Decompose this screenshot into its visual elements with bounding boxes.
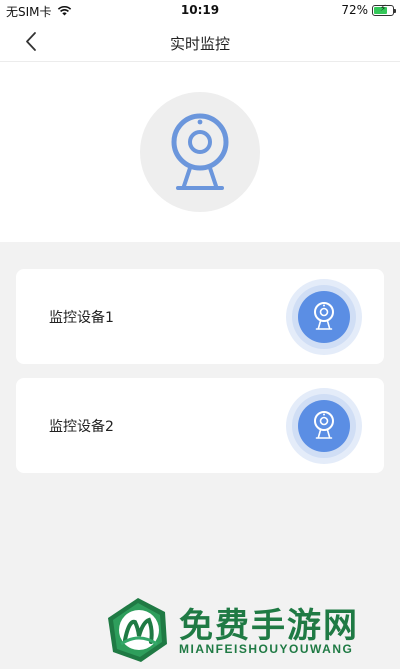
device-camera-button[interactable] — [286, 279, 362, 355]
camera-core — [298, 400, 350, 452]
device-label: 监控设备1 — [49, 310, 114, 326]
device-item-2[interactable]: 监控设备2 — [16, 378, 384, 473]
hero-camera-badge — [140, 92, 260, 212]
webcam-icon — [314, 302, 334, 330]
nav-bar: 实时监控 — [0, 22, 400, 62]
battery-icon: ⚡ — [372, 3, 396, 16]
hero-section — [0, 62, 400, 242]
camera-core — [298, 291, 350, 343]
watermark-subtitle: MIANFEISHOUYOUWANG — [179, 642, 354, 656]
status-right: 72% ⚡ — [341, 3, 396, 17]
watermark-title: 免费手游网 — [179, 606, 359, 646]
device-item-1[interactable]: 监控设备1 — [16, 269, 384, 364]
watermark-logo — [108, 598, 167, 662]
device-label: 监控设备2 — [49, 419, 114, 435]
charging-bolt-icon: ⚡ — [379, 3, 387, 14]
page-title: 实时监控 — [169, 35, 230, 53]
watermark: 免费手游网 MIANFEISHOUYOUWANG — [105, 596, 395, 666]
battery-percent: 72% — [341, 3, 368, 17]
webcam-icon — [171, 113, 229, 190]
status-bar: 无SIM卡 10:19 72% ⚡ — [0, 0, 400, 22]
status-time: 10:19 — [180, 3, 220, 17]
webcam-icon — [314, 411, 334, 439]
device-camera-button[interactable] — [286, 388, 362, 464]
